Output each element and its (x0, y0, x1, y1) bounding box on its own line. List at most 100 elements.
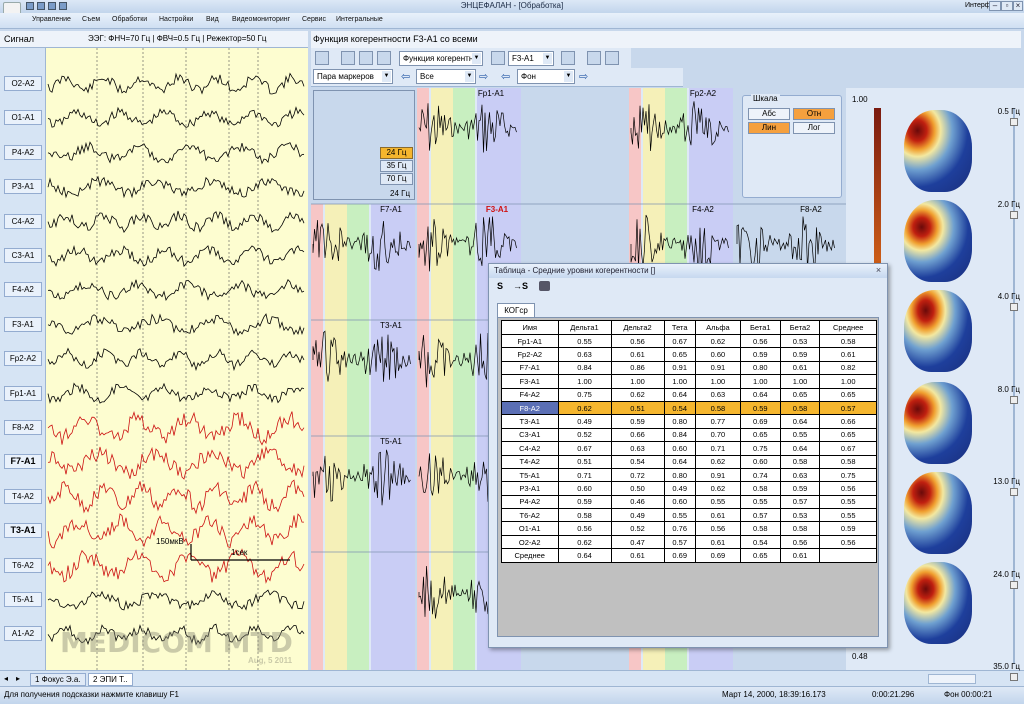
band-select[interactable]: Все ▼ (416, 69, 476, 84)
horizontal-scrollbar[interactable] (928, 674, 976, 684)
frequency-slider-thumb[interactable] (1010, 488, 1018, 496)
edit-icon[interactable] (341, 51, 355, 65)
menu-video[interactable]: Видеомониторинг (232, 16, 290, 23)
column-header[interactable]: Среднее (819, 320, 877, 335)
coherence-table-window[interactable]: Таблица - Средние уровни когерентности [… (488, 263, 888, 648)
channel-label[interactable]: T3-A1 (4, 523, 42, 539)
topographic-map[interactable] (904, 110, 972, 192)
channel-label[interactable]: O1-A1 (4, 110, 42, 126)
frequency-slider-thumb[interactable] (1010, 580, 1018, 589)
table-row[interactable]: Fp2-A2 0.63 0.61 0.65 0.60 0.59 0.59 0.61 (501, 347, 877, 362)
menu-service[interactable]: Сервис (302, 16, 326, 23)
channel-label[interactable]: C3-A1 (4, 248, 42, 263)
channel-label[interactable]: T6-A2 (4, 557, 42, 573)
table-row[interactable]: T6-A2 0.58 0.49 0.55 0.61 0.57 0.53 0.55 (501, 508, 877, 523)
freq-option-70[interactable]: 70 Гц (380, 173, 413, 185)
settings-icon[interactable] (491, 51, 505, 65)
column-header[interactable]: Бета1 (739, 320, 781, 335)
table-row[interactable]: Fp1-A1 0.55 0.56 0.67 0.62 0.56 0.53 0.58 (501, 333, 877, 349)
grid-icon[interactable] (359, 51, 373, 65)
table-row[interactable]: Среднее 0.64 0.61 0.69 0.69 0.65 0.61 (501, 548, 877, 563)
tab-epi[interactable]: 2 ЭПИ Т.. (88, 673, 133, 686)
table-row[interactable]: F7-A1 0.84 0.86 0.91 0.91 0.80 0.61 0.82 (501, 360, 877, 376)
frequency-slider-thumb[interactable] (1010, 395, 1018, 404)
channel-label[interactable]: F8-A2 (4, 420, 42, 435)
channel-label[interactable]: C4-A2 (4, 213, 42, 229)
topographic-map[interactable] (904, 200, 972, 282)
channel-label[interactable]: P4-A2 (4, 144, 42, 160)
column-header[interactable]: Бета2 (779, 320, 821, 335)
table-row[interactable]: F4-A2 0.75 0.62 0.64 0.63 0.64 0.65 0.65 (501, 387, 877, 402)
menu-view[interactable]: Вид (206, 16, 219, 23)
state-select[interactable]: Фон ▼ (517, 69, 575, 84)
scale-log-button[interactable]: Лог (793, 122, 835, 134)
topographic-map[interactable] (904, 382, 972, 464)
table-row[interactable]: F8-A2 0.62 0.51 0.54 0.58 0.59 0.58 0.57 (501, 400, 877, 416)
menu-manage[interactable]: Управление (32, 16, 71, 23)
arrow-left-icon[interactable]: ⇦ (501, 70, 510, 83)
freq-option-35[interactable]: 35 Гц (380, 160, 413, 172)
function-select[interactable]: Функция когерентн ▼ (399, 51, 483, 66)
menu-processing[interactable]: Обработки (112, 16, 147, 23)
table-row[interactable]: C3-A1 0.52 0.66 0.84 0.70 0.65 0.55 0.65 (501, 427, 877, 443)
table-window-title[interactable]: Таблица - Средние уровни когерентности [… (489, 264, 887, 278)
table-row[interactable]: T5-A1 0.71 0.72 0.80 0.91 0.74 0.63 0.75 (501, 467, 877, 483)
channel-select[interactable]: F3-A1 ▼ (508, 51, 554, 66)
frequency-slider-thumb[interactable] (1010, 210, 1018, 219)
arrow-left-icon[interactable]: ⇦ (401, 70, 410, 83)
restore-button[interactable]: ▫ (1001, 1, 1013, 11)
topographic-map[interactable] (904, 472, 972, 554)
scroll-left-icon[interactable]: ◂ (4, 674, 8, 683)
tab-focus[interactable]: 1 Фокус Э.а. (30, 673, 86, 686)
table-row[interactable]: O1-A1 0.56 0.52 0.76 0.56 0.58 0.58 0.59 (501, 521, 877, 536)
eeg-signal-area[interactable]: MEDICOM MTD Aug, 5 2011 150мкВ 1сек (0, 48, 308, 670)
scale-abs-button[interactable]: Абс (748, 108, 790, 120)
table-row[interactable]: P3-A1 0.60 0.50 0.49 0.62 0.58 0.59 0.56 (501, 481, 877, 496)
scale-rel-button[interactable]: Отн (793, 108, 835, 120)
channel-label[interactable]: F4-A2 (4, 282, 42, 298)
channel-label[interactable]: O2-A2 (4, 76, 42, 91)
menu-record[interactable]: Съем (82, 16, 100, 23)
freq-option-24[interactable]: 24 Гц (380, 147, 413, 159)
s-button[interactable]: S (497, 281, 503, 291)
print-icon[interactable] (539, 281, 550, 291)
channel-label[interactable]: A1-A2 (4, 626, 42, 642)
arrow-right-icon[interactable]: ⇨ (479, 70, 488, 83)
topographic-map[interactable] (904, 290, 972, 372)
frequency-slider-thumb[interactable] (1010, 118, 1018, 126)
table-row[interactable]: T3-A1 0.49 0.59 0.80 0.77 0.69 0.64 0.66 (501, 414, 877, 429)
chart-icon[interactable] (377, 51, 391, 65)
menu-integral[interactable]: Интегральные (336, 16, 383, 23)
table-row[interactable]: F3-A1 1.00 1.00 1.00 1.00 1.00 1.00 1.00 (501, 374, 877, 389)
column-header[interactable]: Имя (501, 320, 559, 335)
channel-label[interactable]: F3-A1 (4, 316, 42, 332)
column-header[interactable]: Дельта2 (610, 320, 665, 335)
channel-label[interactable]: Fp1-A1 (4, 385, 42, 401)
scroll-right-icon[interactable]: ▸ (16, 674, 20, 683)
scale-lin-button[interactable]: Лин (748, 122, 790, 134)
channel-label[interactable]: P3-A1 (4, 179, 42, 195)
channel-label[interactable]: T4-A2 (4, 488, 42, 504)
export-icon[interactable] (605, 51, 619, 65)
close-button[interactable]: × (1013, 1, 1023, 11)
arrow-right-icon[interactable]: ⇨ (579, 70, 588, 83)
print-icon[interactable] (561, 51, 575, 65)
frequency-slider-thumb[interactable] (1010, 303, 1018, 311)
table-view-icon[interactable] (315, 51, 329, 65)
map-icon[interactable] (587, 51, 601, 65)
table-row[interactable]: C4-A2 0.67 0.63 0.60 0.71 0.75 0.64 0.67 (501, 441, 877, 456)
channel-label[interactable]: F7-A1 (4, 454, 42, 470)
column-header[interactable]: Тета (663, 320, 696, 335)
channel-label[interactable]: Fp2-A2 (4, 351, 42, 367)
column-header[interactable]: Альфа (694, 320, 741, 335)
table-row[interactable]: O2-A2 0.62 0.47 0.57 0.61 0.54 0.56 0.56 (501, 534, 877, 550)
channel-label[interactable]: T5-A1 (4, 592, 42, 607)
table-row[interactable]: P4-A2 0.59 0.46 0.60 0.55 0.55 0.57 0.55 (501, 494, 877, 510)
topographic-map[interactable] (904, 562, 972, 644)
table-row[interactable]: T4-A2 0.51 0.54 0.64 0.62 0.60 0.58 0.58 (501, 454, 877, 469)
to-s-button[interactable]: →S (513, 281, 533, 291)
column-header[interactable]: Дельта1 (557, 320, 612, 335)
marker-pair-select[interactable]: Пара маркеров ▼ (313, 69, 393, 84)
close-icon[interactable]: × (873, 265, 884, 276)
tab-kogsr[interactable]: КОГср (497, 303, 535, 317)
